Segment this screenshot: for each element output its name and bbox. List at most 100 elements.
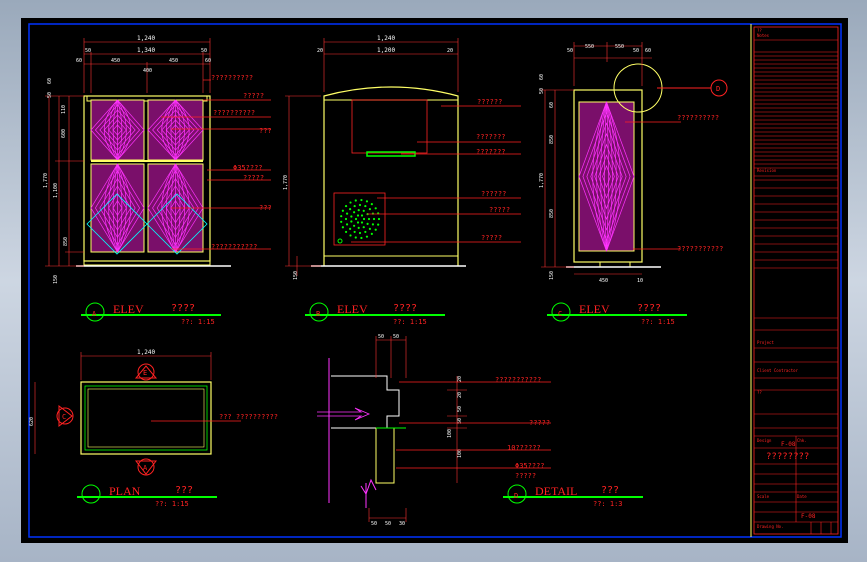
svg-text:850: 850	[549, 135, 555, 144]
svg-text:D: D	[514, 492, 518, 500]
svg-text:??????: ??????	[481, 190, 506, 198]
svg-text:60: 60	[645, 48, 651, 54]
svg-text:?????: ?????	[529, 419, 550, 427]
plan-outline	[80, 381, 212, 455]
svg-text:??: 1:15: ??: 1:15	[641, 318, 675, 326]
svg-text:?????: ?????	[243, 92, 264, 100]
svg-text:10: 10	[637, 278, 643, 284]
drawing-sheet: 1,240 50 1,340 50 60 450 400 450 60 60 5…	[21, 18, 848, 543]
svg-text:Drawing No.: Drawing No.	[757, 524, 784, 529]
svg-text:??????: ??????	[477, 98, 502, 106]
svg-text:??????????: ??????????	[211, 74, 253, 82]
svg-text:50: 50	[633, 48, 639, 54]
svg-text:50: 50	[378, 334, 384, 340]
svg-text:150: 150	[293, 271, 299, 280]
svg-text:1,240: 1,240	[377, 35, 395, 42]
svg-text:150: 150	[53, 275, 59, 284]
svg-text:450: 450	[169, 58, 178, 64]
svg-text:??????????: ??????????	[213, 109, 255, 117]
svg-text:1,240: 1,240	[137, 35, 155, 42]
view-title-plan: PLAN ??? ??: 1:15	[77, 484, 217, 508]
svg-text:???????: ???????	[476, 148, 506, 156]
svg-text:Chk.: Chk.	[797, 438, 807, 443]
svg-text:850: 850	[549, 209, 555, 218]
svg-text:F-08: F-08	[801, 513, 816, 520]
svg-text:50: 50	[567, 48, 573, 54]
svg-text:1,240: 1,240	[137, 349, 155, 356]
view-title-c: C ELEV ???? ??: 1:15	[547, 302, 687, 326]
svg-text:??? ??????????: ??? ??????????	[219, 413, 278, 421]
svg-text:??: 1:3: ??: 1:3	[593, 500, 623, 508]
speaker-grille	[340, 198, 381, 240]
svg-text:50: 50	[393, 334, 399, 340]
svg-text:1,770: 1,770	[283, 175, 289, 190]
svg-text:DETAIL: DETAIL	[535, 484, 577, 498]
svg-text:???: ???	[259, 127, 272, 135]
svg-text:50: 50	[385, 521, 391, 527]
elevation-a: 1,240 50 1,340 50 60 450 400 450 60 60 5…	[43, 35, 272, 284]
svg-text:150: 150	[549, 271, 555, 280]
svg-text:???: ???	[259, 204, 272, 212]
svg-text:D: D	[716, 85, 720, 93]
svg-text:50: 50	[539, 88, 545, 94]
view-title-detail: D DETAIL ??? ??: 1:3	[503, 484, 643, 508]
svg-text:???: ???	[175, 485, 193, 496]
svg-text:50: 50	[457, 406, 463, 412]
svg-text:10??????: 10??????	[507, 444, 541, 452]
svg-text:??: ??	[757, 390, 762, 395]
svg-text:E: E	[143, 369, 147, 377]
svg-text:ELEV: ELEV	[579, 302, 610, 316]
cabinet-b-recess	[351, 99, 428, 154]
svg-text:PLAN: PLAN	[109, 484, 141, 498]
svg-text:????????: ????????	[766, 452, 809, 462]
view-title-b: B ELEV ???? ??: 1:15	[305, 302, 445, 326]
svg-text:Φ35????: Φ35????	[233, 164, 263, 172]
svg-text:60: 60	[205, 58, 211, 64]
svg-text:550: 550	[615, 44, 624, 50]
cabinet-b-outline	[323, 86, 459, 266]
svg-text:1,770: 1,770	[43, 173, 49, 188]
svg-text:60: 60	[76, 58, 82, 64]
section-marker-c: C	[56, 404, 74, 428]
svg-text:20: 20	[447, 48, 453, 54]
view-title-a: A ELEV ???? ??: 1:15	[81, 302, 221, 326]
svg-text:C: C	[62, 413, 66, 421]
svg-text:C: C	[558, 310, 562, 318]
svg-text:Date: Date	[797, 494, 807, 499]
svg-text:??: 1:15: ??: 1:15	[393, 318, 427, 326]
svg-text:450: 450	[111, 58, 120, 64]
svg-text:?????: ?????	[243, 174, 264, 182]
cad-canvas: 1,240 50 1,340 50 60 450 400 450 60 60 5…	[28, 23, 842, 538]
svg-text:????: ????	[637, 303, 661, 314]
svg-text:1,200: 1,200	[377, 47, 395, 54]
svg-text:550: 550	[585, 44, 594, 50]
section-marker-a: A	[134, 458, 158, 476]
section-marker-e: E	[134, 363, 158, 381]
svg-text:20: 20	[457, 376, 463, 382]
svg-text:F-08: F-08	[781, 441, 796, 448]
svg-text:Revision: Revision	[757, 168, 777, 173]
svg-text:???????????: ???????????	[495, 376, 541, 384]
svg-text:??????????: ??????????	[677, 114, 719, 122]
svg-text:Client Contractor: Client Contractor	[757, 368, 799, 373]
svg-text:850: 850	[63, 237, 69, 246]
svg-text:400: 400	[143, 68, 152, 74]
plan-view: 1,240 620 E A C ??? ??????????	[29, 349, 278, 476]
svg-text:????: ????	[393, 303, 417, 314]
svg-text:A: A	[143, 464, 148, 472]
svg-text:100: 100	[447, 429, 453, 438]
svg-text:30: 30	[399, 521, 405, 527]
svg-text:620: 620	[29, 417, 35, 426]
svg-text:???: ???	[601, 485, 619, 496]
svg-text:ELEV: ELEV	[337, 302, 368, 316]
svg-text:???????????: ???????????	[677, 245, 723, 253]
speaker-box	[333, 192, 386, 246]
elevation-c: D 50 550 550 50 60 60 50 60 850 1,770 85…	[539, 42, 728, 284]
svg-text:20: 20	[317, 48, 323, 54]
svg-text:50: 50	[201, 48, 207, 54]
svg-text:?????: ?????	[515, 472, 536, 480]
svg-text:Design: Design	[757, 438, 772, 443]
svg-text:Φ35????: Φ35????	[515, 462, 545, 470]
svg-text:B: B	[316, 310, 320, 318]
svg-text:1,770: 1,770	[539, 173, 545, 188]
